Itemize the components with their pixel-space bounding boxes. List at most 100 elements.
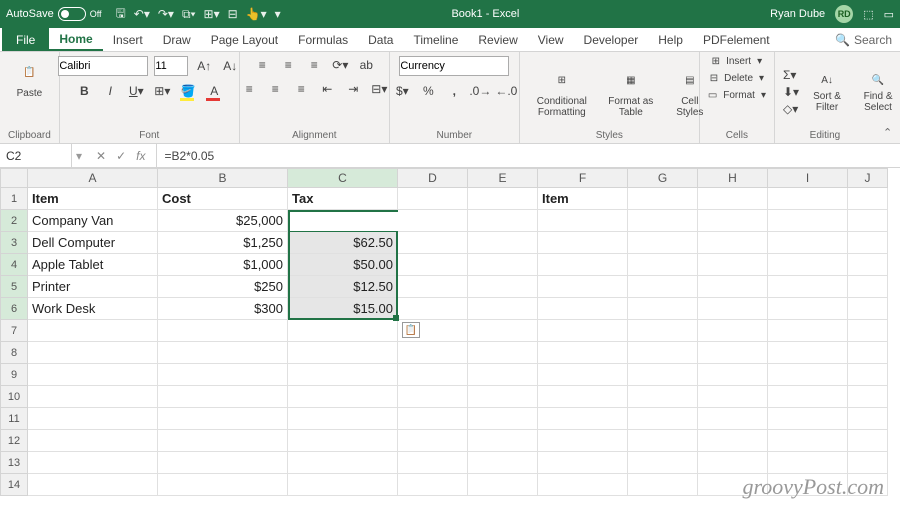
cell[interactable]	[768, 386, 848, 408]
tab-pdfelement[interactable]: PDFelement	[693, 28, 780, 51]
tab-review[interactable]: Review	[468, 28, 527, 51]
border-button[interactable]: ⊞▾	[152, 82, 172, 100]
touch-mode-icon[interactable]: 👆▾	[246, 7, 267, 21]
cell[interactable]	[158, 430, 288, 452]
align-left-icon[interactable]: ≡	[239, 80, 259, 98]
name-box-dropdown-icon[interactable]: ▾	[72, 149, 86, 163]
cell[interactable]	[698, 364, 768, 386]
cell[interactable]	[468, 386, 538, 408]
cell[interactable]	[628, 386, 698, 408]
cell[interactable]	[468, 188, 538, 210]
cell[interactable]	[538, 430, 628, 452]
cell[interactable]	[288, 342, 398, 364]
comma-format-icon[interactable]: ,	[444, 82, 464, 100]
collapse-ribbon-icon[interactable]: ⌃	[875, 122, 900, 143]
cell[interactable]	[28, 320, 158, 342]
cell[interactable]	[28, 408, 158, 430]
increase-decimal-icon[interactable]: .0→	[470, 82, 490, 100]
paste-options-icon[interactable]: 📋	[402, 322, 420, 338]
spreadsheet-grid[interactable]: ABCDEFGHIJ1ItemCostTaxItem2Company Van$2…	[0, 168, 900, 496]
percent-format-icon[interactable]: %	[418, 82, 438, 100]
cell[interactable]	[848, 188, 888, 210]
user-avatar[interactable]: RD	[835, 5, 853, 23]
cell[interactable]	[398, 430, 468, 452]
cell[interactable]	[28, 452, 158, 474]
row-header[interactable]: 12	[0, 430, 28, 452]
decrease-indent-icon[interactable]: ⇤	[317, 80, 337, 98]
tab-file[interactable]: File	[2, 28, 49, 51]
column-header[interactable]: G	[628, 168, 698, 188]
merge-center-icon[interactable]: ⊟▾	[369, 80, 389, 98]
cell[interactable]	[288, 364, 398, 386]
cell[interactable]	[848, 386, 888, 408]
cell[interactable]: Company Van	[28, 210, 158, 232]
cell[interactable]	[698, 320, 768, 342]
select-all-corner[interactable]	[0, 168, 28, 188]
cell[interactable]: Tax	[288, 188, 398, 210]
cell[interactable]	[768, 408, 848, 430]
cell[interactable]	[538, 364, 628, 386]
cell[interactable]	[698, 298, 768, 320]
cell[interactable]	[628, 232, 698, 254]
cell[interactable]: $250	[158, 276, 288, 298]
name-box[interactable]: C2	[0, 144, 72, 167]
qat-customize-icon[interactable]: ▾	[275, 7, 281, 21]
cell[interactable]: $12.50	[288, 276, 398, 298]
row-header[interactable]: 6	[0, 298, 28, 320]
tab-timeline[interactable]: Timeline	[403, 28, 468, 51]
column-header[interactable]: F	[538, 168, 628, 188]
underline-button[interactable]: U▾	[126, 82, 146, 100]
cell[interactable]	[768, 452, 848, 474]
cell[interactable]	[698, 188, 768, 210]
tab-page-layout[interactable]: Page Layout	[201, 28, 288, 51]
tab-data[interactable]: Data	[358, 28, 403, 51]
column-header[interactable]: A	[28, 168, 158, 188]
align-right-icon[interactable]: ≡	[291, 80, 311, 98]
cell[interactable]	[698, 210, 768, 232]
cell[interactable]	[848, 298, 888, 320]
tab-view[interactable]: View	[528, 28, 574, 51]
cell[interactable]: Printer	[28, 276, 158, 298]
number-format-combo[interactable]	[399, 56, 509, 76]
cell[interactable]	[848, 408, 888, 430]
wrap-text-icon[interactable]: ab	[356, 56, 376, 74]
cell[interactable]	[468, 342, 538, 364]
cell[interactable]	[768, 276, 848, 298]
cell[interactable]	[158, 364, 288, 386]
cell[interactable]	[538, 298, 628, 320]
cell[interactable]	[288, 430, 398, 452]
cell[interactable]	[698, 254, 768, 276]
user-name[interactable]: Ryan Dube	[770, 8, 825, 20]
tab-help[interactable]: Help	[648, 28, 693, 51]
cell[interactable]	[848, 320, 888, 342]
column-header[interactable]: B	[158, 168, 288, 188]
cell[interactable]: $25,000	[158, 210, 288, 232]
row-header[interactable]: 2	[0, 210, 28, 232]
cell[interactable]	[538, 276, 628, 298]
format-as-table-button[interactable]: ▦ Format as Table	[602, 64, 660, 120]
cell[interactable]	[698, 276, 768, 298]
row-header[interactable]: 3	[0, 232, 28, 254]
qat-icon[interactable]: ⊟	[228, 7, 238, 21]
cell[interactable]	[848, 232, 888, 254]
accounting-format-icon[interactable]: $▾	[392, 82, 412, 100]
bold-button[interactable]: B	[74, 82, 94, 100]
cell[interactable]	[398, 298, 468, 320]
cell[interactable]	[28, 342, 158, 364]
paste-button[interactable]: 📋 Paste	[11, 56, 47, 101]
cell[interactable]	[468, 430, 538, 452]
tab-insert[interactable]: Insert	[103, 28, 153, 51]
row-header[interactable]: 9	[0, 364, 28, 386]
cell[interactable]	[468, 364, 538, 386]
autosum-icon[interactable]: Σ▾	[783, 68, 799, 82]
cell[interactable]	[158, 452, 288, 474]
cell[interactable]	[848, 254, 888, 276]
cell[interactable]	[468, 408, 538, 430]
cell[interactable]	[468, 474, 538, 496]
cell[interactable]	[628, 254, 698, 276]
cell[interactable]	[158, 474, 288, 496]
row-header[interactable]: 13	[0, 452, 28, 474]
cell[interactable]: $62.50	[288, 232, 398, 254]
cell[interactable]	[628, 210, 698, 232]
cell[interactable]	[538, 254, 628, 276]
